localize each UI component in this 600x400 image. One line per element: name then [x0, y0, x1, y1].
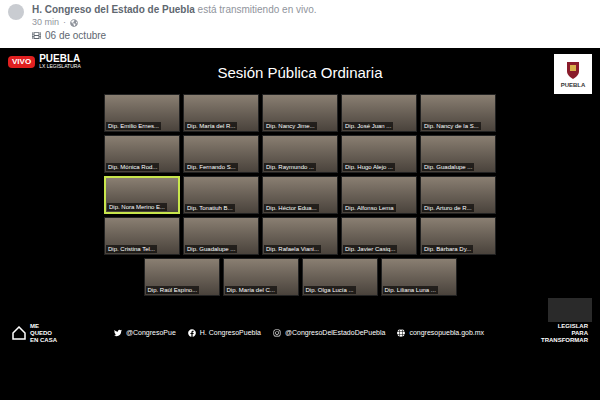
twitter-icon	[114, 329, 122, 337]
post-meta: 30 min·	[32, 16, 317, 29]
participant-name: Dip. Liliana Luna ...	[383, 286, 438, 294]
participant-row: Dip. Emilio Ernes... Dip. María del R... D…	[104, 94, 496, 132]
participant-tile: Dip. Rafaela Viani...	[262, 217, 338, 255]
participant-tile: Dip. Guadalupe ...	[183, 217, 259, 255]
participant-tile: Dip. Nancy de la S...	[420, 94, 496, 132]
globe-icon	[70, 19, 78, 27]
campaign-logo: MEQUEDOEN CASA	[12, 323, 57, 344]
participant-name: Dip. Cristina Tel...	[106, 245, 157, 253]
post-header: H. Congreso del Estado de Puebla está tr…	[0, 0, 600, 48]
participant-tile: Dip. María del R...	[183, 94, 259, 132]
participant-row: Dip. Mónica Rod... Dip. Fernando S... Dip.…	[104, 135, 496, 173]
participant-name: Dip. Héctor Edua...	[264, 204, 319, 212]
congress-logo: VIVOPUEBLALX LEGISLATURA	[8, 54, 98, 69]
participant-tile: Dip. Arturo de R...	[420, 176, 496, 214]
participant-row: Dip. Nora Merino E... Dip. Tonatiuh B... D…	[104, 176, 496, 214]
crest-badge: PUEBLA	[554, 54, 592, 94]
participant-tile: Dip. Mónica Rod...	[104, 135, 180, 173]
participant-tile: Dip. Tonatiuh B...	[183, 176, 259, 214]
participant-tile: Dip. Raymundo ...	[262, 135, 338, 173]
participant-grid: Dip. Emilio Ernes... Dip. María del R... D…	[0, 94, 600, 296]
participant-name: Dip. Hugo Alejo ...	[343, 163, 395, 171]
participant-name: Dip. Tonatiuh B...	[185, 204, 235, 212]
participant-tile: Dip. Guadalupe ...	[420, 135, 496, 173]
participant-name: Dip. Mónica Rod...	[106, 163, 159, 171]
participant-name: Dip. Olga Lucía ...	[304, 286, 356, 294]
screen: H. Congreso del Estado de Puebla está tr…	[0, 0, 600, 400]
participant-tile: Dip. Nora Merino E...	[104, 176, 180, 214]
participant-row: Dip. Raúl Espino... Dip. María del C... Di…	[144, 258, 457, 296]
participant-name: Dip. María del C...	[225, 286, 277, 294]
participant-name: Dip. María del R...	[185, 122, 237, 130]
participant-tile: Dip. Cristina Tel...	[104, 217, 180, 255]
participant-name: Dip. Alfonso Lema	[343, 204, 396, 212]
participant-tile: Dip. Alfonso Lema	[341, 176, 417, 214]
session-title: Sesión Pública Ordinaria	[98, 54, 502, 85]
participant-name: Dip. Javier Casiq...	[343, 245, 397, 253]
video-frame[interactable]: VIVOPUEBLALX LEGISLATURASesión Pública O…	[0, 48, 600, 400]
video-footer: MEQUEDOEN CASA @CongresoPue H. CongresoPue…	[0, 322, 600, 344]
participant-row: Dip. Cristina Tel... Dip. Guadalupe ... Di…	[104, 217, 496, 255]
sign-interpreter-video	[548, 298, 592, 322]
post-title: H. Congreso del Estado de Puebla está tr…	[32, 3, 317, 16]
live-badge: VIVO	[8, 56, 35, 68]
social-link[interactable]: @CongresoDelEstadoDePuebla	[273, 328, 386, 339]
web-icon	[397, 329, 405, 337]
participant-tile: Dip. Emilio Ernes...	[104, 94, 180, 132]
participant-tile: Dip. Raúl Espino...	[144, 258, 220, 296]
post-date: 06 de octubre	[32, 29, 317, 42]
participant-tile: Dip. Héctor Edua...	[262, 176, 338, 214]
participant-name: Dip. Raúl Espino...	[146, 286, 200, 294]
participant-name: Dip. José Juan ...	[343, 122, 393, 130]
instagram-icon	[273, 329, 281, 337]
participant-name: Dip. Nancy Jime...	[264, 122, 317, 130]
house-icon	[12, 326, 26, 340]
participant-tile: Dip. Liliana Luna ...	[381, 258, 457, 296]
participant-tile: Dip. Olga Lucía ...	[302, 258, 378, 296]
social-link[interactable]: @CongresoPue	[114, 328, 176, 339]
participant-name: Dip. Guadalupe ...	[185, 245, 237, 253]
participant-tile: Dip. José Juan ...	[341, 94, 417, 132]
participant-name: Dip. Arturo de R...	[422, 204, 474, 212]
participant-name: Dip. Rafaela Viani...	[264, 245, 321, 253]
social-link[interactable]: congresopuebla.gob.mx	[397, 328, 484, 339]
participant-name: Dip. Bárbara Dy...	[422, 245, 473, 253]
video-icon	[32, 31, 41, 40]
participant-tile: Dip. Hugo Alejo ...	[341, 135, 417, 173]
social-links: @CongresoPue H. CongresoPuebla @CongresoDe…	[114, 328, 484, 339]
facebook-icon	[188, 329, 196, 337]
crest-icon	[565, 60, 581, 80]
page-avatar[interactable]	[8, 4, 24, 20]
participant-name: Dip. Fernando S...	[185, 163, 238, 171]
page-name[interactable]: H. Congreso del Estado de Puebla	[32, 4, 195, 15]
slogan-logo: LEGISLARPARATRANSFORMAR	[541, 323, 588, 344]
participant-tile: Dip. María del C...	[223, 258, 299, 296]
participant-tile: Dip. Fernando S...	[183, 135, 259, 173]
participant-tile: Dip. Bárbara Dy...	[420, 217, 496, 255]
social-link[interactable]: H. CongresoPuebla	[188, 328, 261, 339]
participant-name: Dip. Emilio Ernes...	[106, 122, 161, 130]
participant-name: Dip. Nora Merino E...	[107, 203, 167, 211]
participant-tile: Dip. Javier Casiq...	[341, 217, 417, 255]
participant-name: Dip. Raymundo ...	[264, 163, 316, 171]
participant-name: Dip. Guadalupe ...	[422, 163, 474, 171]
participant-tile: Dip. Nancy Jime...	[262, 94, 338, 132]
video-top-bar: VIVOPUEBLALX LEGISLATURASesión Pública O…	[0, 48, 600, 94]
participant-name: Dip. Nancy de la S...	[422, 122, 481, 130]
